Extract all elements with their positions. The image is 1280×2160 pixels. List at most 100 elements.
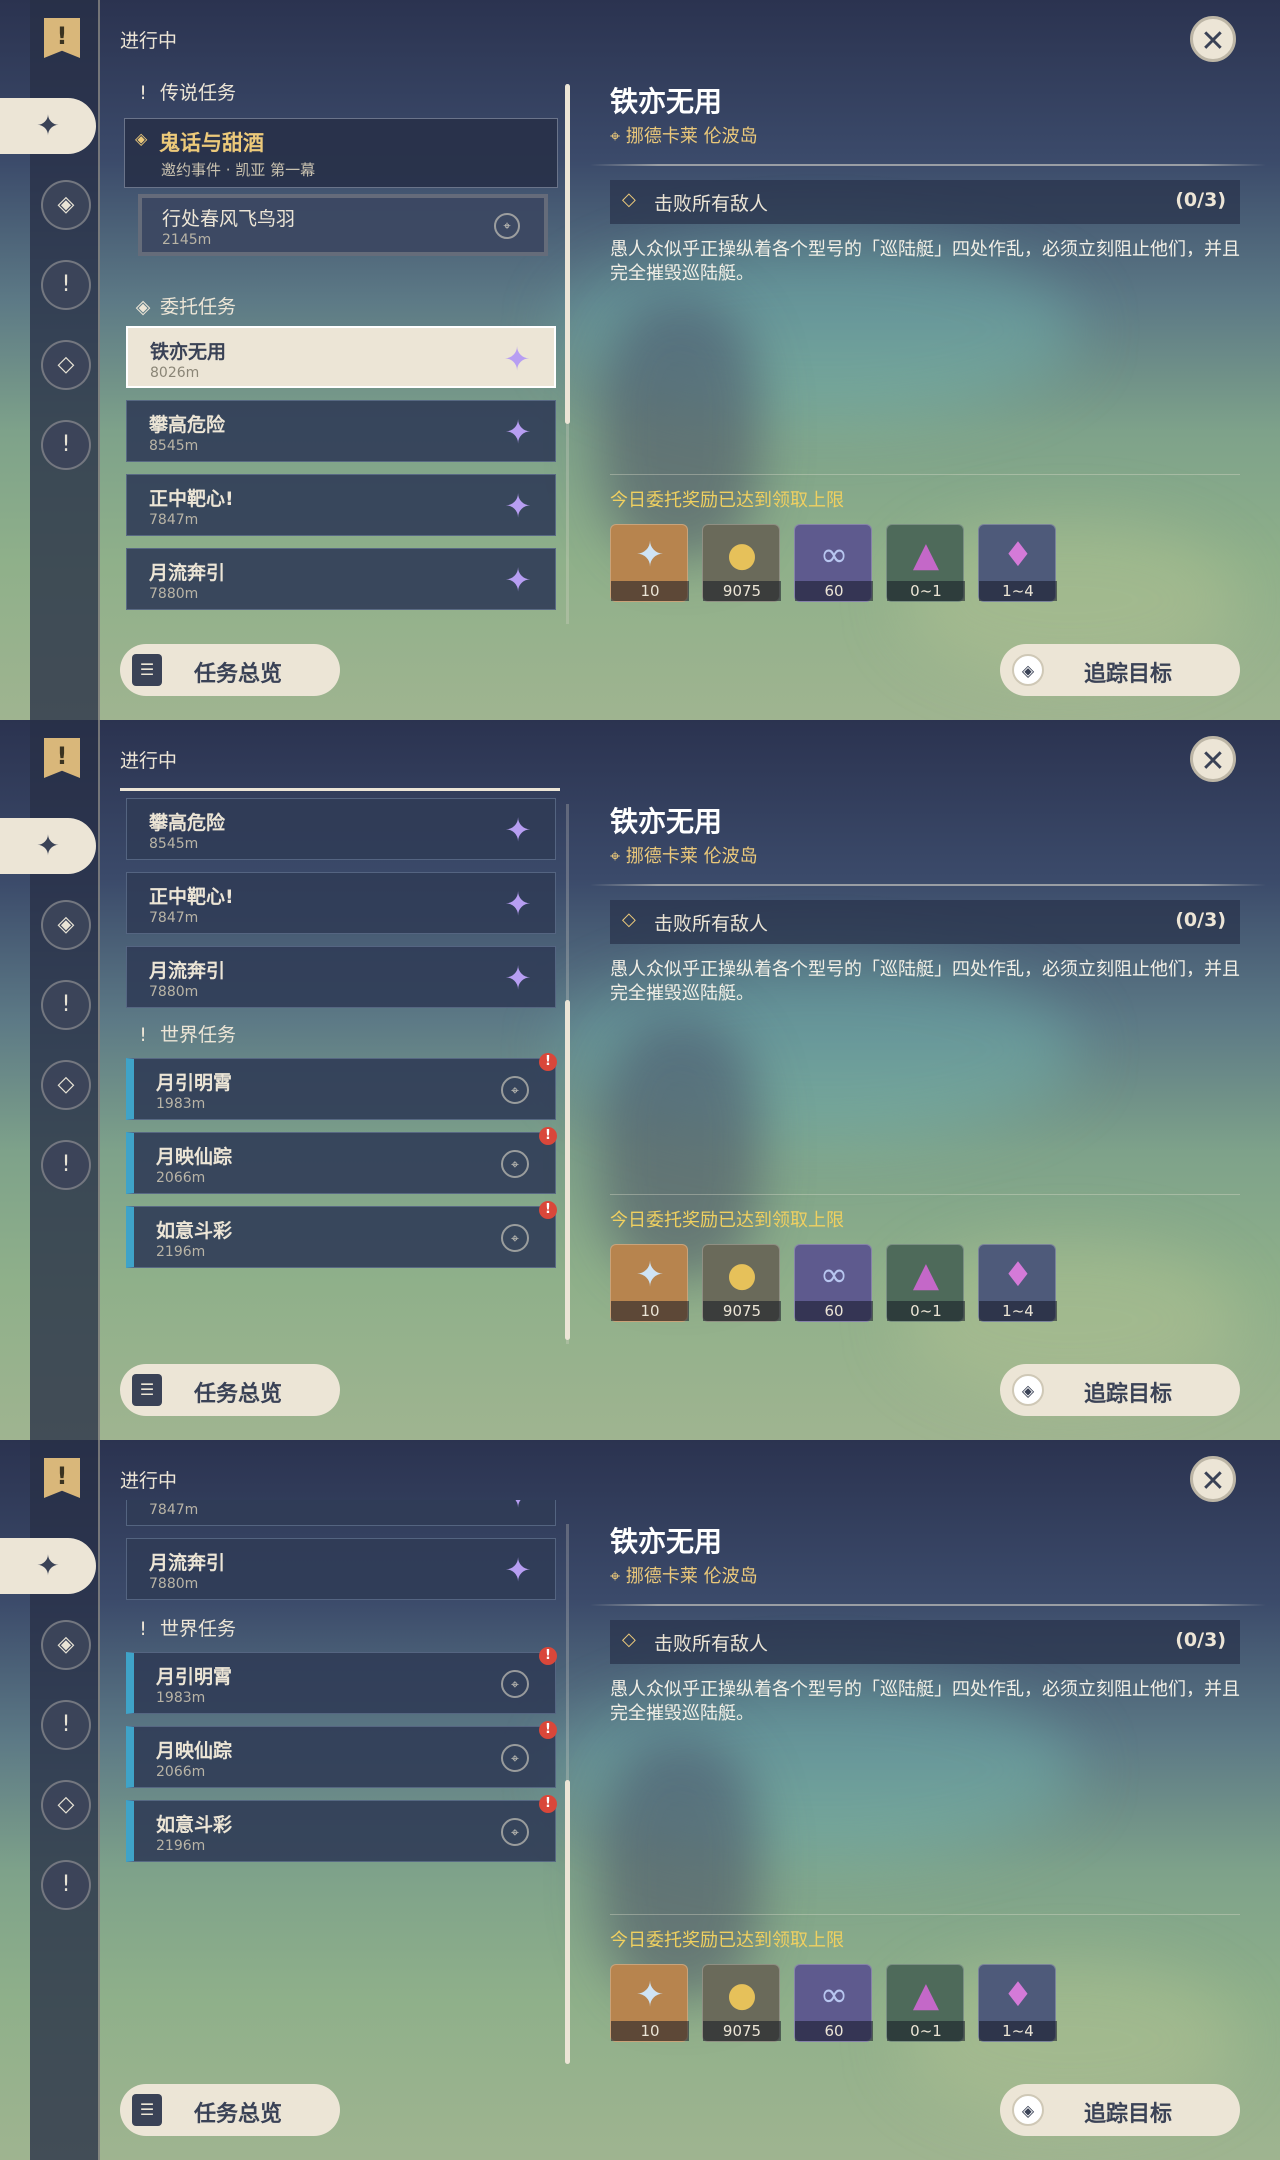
commission-filter-tab[interactable]: ✦ [0,818,96,874]
world-filter-tab[interactable]: ! [41,1860,91,1910]
reward-item[interactable]: ▲ 0~1 [886,524,965,602]
crystal-icon: ▲ [912,1975,940,2015]
commission-star-icon: ✦ [504,1551,532,1589]
reward-item[interactable]: ♦ 1~4 [978,1244,1057,1322]
world-filter-tab[interactable]: ! [41,1140,91,1190]
legend-filter-tab[interactable]: ! [41,1700,91,1750]
scrollbar-thumb[interactable] [565,84,570,424]
alert-icon: ! [539,1201,557,1219]
reward-item[interactable]: ♦ 1~4 [978,1964,1057,2042]
commission-star-icon: ✦ [504,487,532,525]
archon-filter-tab[interactable]: ◈ [41,180,91,230]
quest-overview-button[interactable]: ☰ 任务总览 [120,1364,340,1416]
reward-item[interactable]: ▲ 0~1 [886,1964,965,2042]
map-pin-icon[interactable]: ⌖ [501,1224,529,1252]
commission-item[interactable]: 月流奔引 7880m ✦ [126,1538,556,1600]
close-button[interactable]: ✕ [1190,16,1236,62]
objective-row: ◇ 击败所有敌人 (0/3) [610,900,1240,944]
commission-item[interactable]: 正中靶心! 7847m ✦ [126,872,556,934]
world-quest-item[interactable]: 月映仙踪 2066m ⌖ ! [126,1127,557,1194]
track-icon: ◈ [1012,2094,1044,2126]
commission-star-icon: ✦ [504,959,532,997]
commission-filter-tab[interactable]: ✦ [0,1538,96,1594]
world-quest-item[interactable]: 如意斗彩 2196m ⌖ ! [126,1201,557,1268]
track-target-button[interactable]: ◈ 追踪目标 [1000,2084,1240,2136]
crystal-icon: ▲ [912,535,940,575]
commission-item[interactable]: 攀高危险 8545m ✦ [126,400,556,462]
quest-list[interactable]: 正中靶心! 7847m ✦ 月流奔引 7880m ✦ !世界任务 月引明霄 19… [120,1500,560,2060]
reward-item[interactable]: ∞ 60 [794,1244,873,1322]
commission-item[interactable]: 月流奔引 7880m ✦ [126,946,556,1008]
commission-type-tab[interactable]: ◇ [41,1060,91,1110]
archon-filter-tab[interactable]: ◈ [41,1620,91,1670]
commission-type-tab[interactable]: ◇ [41,340,91,390]
commission-item[interactable]: 正中靶心! 7847m ✦ [126,474,556,536]
world-quest-item[interactable]: 月引明霄 1983m ⌖ ! [126,1647,557,1714]
reward-item[interactable]: ♦ 1~4 [978,524,1057,602]
quest-title: 铁亦无用 [610,805,723,838]
close-button[interactable]: ✕ [1190,1456,1236,1502]
exclamation-icon: ! [139,1024,147,1046]
commission-star-icon: ✦ [504,811,532,849]
map-pin-icon[interactable]: ⌖ [501,1150,529,1178]
exclamation-icon: ! [139,1618,147,1640]
legend-filter-tab[interactable]: ! [41,260,91,310]
quest-list[interactable]: 攀高危险 8545m ✦ 正中靶心! 7847m ✦ 月流奔引 7880m ✦ … [120,780,560,1340]
commission-item[interactable]: 月流奔引 7880m ✦ [126,548,556,610]
reward-item[interactable]: ✦ 10 [610,1964,689,2042]
quest-overview-button[interactable]: ☰ 任务总览 [120,644,340,696]
close-button[interactable]: ✕ [1190,736,1236,782]
primogem-icon: ✦ [635,535,665,575]
map-pin-icon[interactable]: ⌖ [501,1818,529,1846]
legend-subquest-item[interactable]: 行处春风飞鸟羽 2145m ⌖ [138,194,548,256]
divider [590,164,1266,166]
reward-item[interactable]: ● 9075 [702,1964,781,2042]
commission-star-icon: ✦ [503,340,531,378]
legend-icon: ! [61,992,71,1017]
scrollbar-thumb[interactable] [565,1780,570,2064]
commission-item[interactable]: 攀高危险 8545m ✦ [126,798,556,860]
map-pin-icon[interactable]: ⌖ [494,213,520,239]
reward-item[interactable]: ▲ 0~1 [886,1244,965,1322]
commission-type-tab[interactable]: ◇ [41,1780,91,1830]
reward-item[interactable]: ∞ 60 [794,524,873,602]
fetters-icon: ∞ [819,535,849,575]
legend-quest-item[interactable]: ◈ 鬼话与甜酒 邀约事件 · 凯亚 第一幕 [124,118,558,188]
section-legend: ! 传说任务 [134,78,236,105]
legend-icon: ! [61,1712,71,1737]
quest-location: ⌖ 挪德卡莱 伦波岛 [610,1566,758,1587]
close-icon: ✕ [1200,744,1226,779]
objective-row: ◇ 击败所有敌人 (0/3) [610,180,1240,224]
quest-overview-button[interactable]: ☰ 任务总览 [120,2084,340,2136]
track-icon: ◈ [1012,654,1044,686]
commission-item[interactable]: 正中靶心! 7847m ✦ [126,1500,556,1526]
reward-item[interactable]: ● 9075 [702,524,781,602]
alert-icon: ! [539,1721,557,1739]
commission-item[interactable]: 铁亦无用 8026m ✦ [126,326,556,388]
list-icon: ☰ [132,1374,162,1406]
track-target-button[interactable]: ◈ 追踪目标 [1000,644,1240,696]
reward-limit-notice: 今日委托奖励已达到领取上限 [610,1210,844,1231]
world-filter-tab[interactable]: ! [41,420,91,470]
world-quest-item[interactable]: 月引明霄 1983m ⌖ ! [126,1053,557,1120]
section-world: ! 世界任务 [134,1020,236,1047]
diamond-icon: ◇ [57,352,75,377]
reward-item[interactable]: ● 9075 [702,1244,781,1322]
reward-item[interactable]: ✦ 10 [610,1244,689,1322]
fetters-icon: ∞ [819,1255,849,1295]
map-pin-icon[interactable]: ⌖ [501,1076,529,1104]
map-pin-icon[interactable]: ⌖ [501,1744,529,1772]
reward-item[interactable]: ∞ 60 [794,1964,873,2042]
crystal-cluster-icon: ♦ [1002,535,1034,575]
scrollbar-thumb[interactable] [565,1000,570,1340]
world-quest-item[interactable]: 月映仙踪 2066m ⌖ ! [126,1721,557,1788]
map-pin-icon[interactable]: ⌖ [501,1670,529,1698]
status-header: 进行中 [120,1470,178,1492]
archon-filter-tab[interactable]: ◈ [41,900,91,950]
commission-filter-tab[interactable]: ✦ [0,98,96,154]
legend-filter-tab[interactable]: ! [41,980,91,1030]
track-target-button[interactable]: ◈ 追踪目标 [1000,1364,1240,1416]
world-quest-item[interactable]: 如意斗彩 2196m ⌖ ! [126,1795,557,1862]
quest-list[interactable]: ! 传说任务 ◈ 鬼话与甜酒 邀约事件 · 凯亚 第一幕 行处春风飞鸟羽 2145… [120,60,560,620]
reward-item[interactable]: ✦ 10 [610,524,689,602]
